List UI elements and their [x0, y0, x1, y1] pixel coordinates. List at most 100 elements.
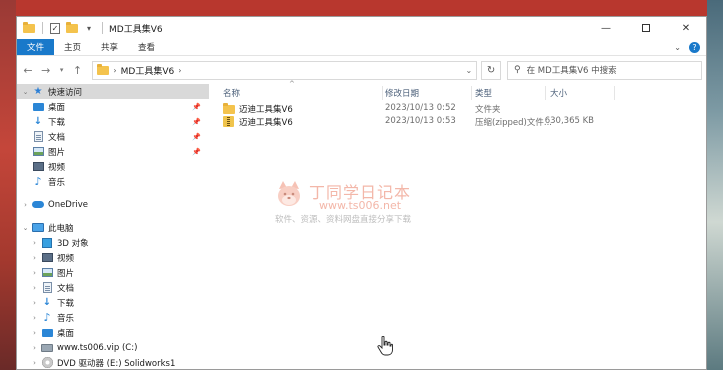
chevron-right-icon[interactable]: › — [30, 239, 39, 247]
chevron-down-icon[interactable]: ⌄ — [21, 224, 30, 232]
maximize-icon — [642, 24, 650, 32]
chevron-right-icon[interactable]: › — [30, 269, 39, 277]
chevron-right-icon[interactable]: › — [30, 344, 39, 352]
column-size[interactable]: 大小 — [550, 87, 567, 99]
column-divider[interactable] — [471, 86, 472, 100]
address-bar[interactable]: › MD工具集V6 › ⌄ — [92, 60, 478, 80]
up-arrow-icon: ↑ — [72, 63, 83, 77]
video-icon — [32, 161, 44, 172]
file-row[interactable]: 迈迪工具集V6 2023/10/13 0:52 文件夹 — [209, 102, 706, 115]
chevron-right-icon[interactable]: › — [30, 314, 39, 322]
file-row[interactable]: 迈迪工具集V6 2023/10/13 0:53 压缩(zipped)文件... … — [209, 115, 706, 128]
sidebar-item-music[interactable]: ♪ 音乐 — [17, 174, 209, 189]
new-folder-icon[interactable] — [66, 21, 78, 34]
file-list-pane: ^ 名称 修改日期 类型 大小 迈迪工具集V6 2023/10/13 0:52 … — [209, 80, 706, 369]
chevron-right-icon[interactable]: › — [178, 66, 181, 75]
pin-icon: 📌 — [192, 102, 201, 111]
refresh-button[interactable]: ↻ — [481, 60, 502, 80]
maximize-button[interactable] — [626, 17, 666, 39]
sidebar-item-pictures-pc[interactable]: › 图片 — [17, 265, 209, 280]
column-name[interactable]: 名称 — [223, 87, 240, 99]
sidebar-item-label: 快速访问 — [48, 87, 83, 98]
refresh-icon: ↻ — [486, 64, 496, 76]
sidebar-item-label: 文档 — [57, 283, 75, 294]
video-icon — [41, 252, 53, 263]
column-divider[interactable] — [382, 86, 383, 100]
column-headers: ^ 名称 修改日期 类型 大小 — [209, 80, 706, 102]
document-icon — [41, 282, 53, 293]
sidebar-item-documents-pc[interactable]: › 文档 — [17, 280, 209, 295]
search-icon: ⚲ — [514, 65, 521, 75]
sidebar-item-pictures[interactable]: 图片 📌 — [17, 144, 209, 159]
close-button[interactable]: ✕ — [666, 17, 706, 39]
column-type[interactable]: 类型 — [475, 87, 492, 99]
file-date: 2023/10/13 0:53 — [385, 116, 456, 126]
column-date[interactable]: 修改日期 — [385, 87, 419, 99]
picture-icon — [41, 267, 53, 278]
column-divider[interactable] — [545, 86, 546, 100]
sidebar-item-documents[interactable]: 文档 📌 — [17, 129, 209, 144]
ribbon-right: ⌄ ? — [674, 39, 706, 55]
sidebar-item-onedrive[interactable]: › OneDrive — [17, 197, 209, 212]
sidebar-item-desktop[interactable]: 桌面 📌 — [17, 99, 209, 114]
recent-locations-button[interactable]: ▾ — [57, 60, 67, 80]
window-title: MD工具集V6 — [109, 24, 163, 35]
watermark-subtitle: 软件、资源、资料网盘直接分享下载 — [275, 215, 412, 225]
minimize-button[interactable]: — — [586, 17, 626, 39]
sidebar-item-label: www.ts006.vip (C:) — [57, 342, 138, 353]
file-explorer-window: ✓ ▾ MD工具集V6 — ✕ 文件 主页 共享 查看 ⌄ ? ← → ▾ ↑ … — [16, 16, 707, 370]
forward-button[interactable]: → — [39, 60, 53, 80]
sidebar-item-label: 桌面 — [48, 102, 66, 113]
sidebar-item-videos[interactable]: 视频 — [17, 159, 209, 174]
sidebar-item-desktop-pc[interactable]: › 桌面 — [17, 325, 209, 340]
properties-icon[interactable]: ✓ — [49, 22, 61, 34]
drive-icon — [41, 342, 53, 353]
chevron-down-icon[interactable]: ⌄ — [21, 88, 30, 96]
picture-icon — [32, 146, 44, 157]
tab-share[interactable]: 共享 — [91, 39, 128, 55]
tab-view[interactable]: 查看 — [128, 39, 165, 55]
column-divider[interactable] — [614, 86, 615, 100]
sidebar-item-downloads[interactable]: ↓ 下载 📌 — [17, 114, 209, 129]
expand-ribbon-icon[interactable]: ⌄ — [674, 43, 681, 52]
file-name: 迈迪工具集V6 — [239, 118, 293, 128]
desktop-icon — [32, 101, 44, 112]
breadcrumb-segment[interactable]: MD工具集V6 — [121, 64, 175, 77]
sidebar-item-label: 音乐 — [57, 313, 75, 324]
sidebar-item-3d-objects[interactable]: › 3D 对象 — [17, 235, 209, 250]
up-button[interactable]: ↑ — [71, 60, 85, 80]
3d-objects-icon — [41, 237, 53, 248]
chevron-right-icon[interactable]: › — [30, 299, 39, 307]
sidebar-item-drive-c[interactable]: › www.ts006.vip (C:) — [17, 340, 209, 355]
tab-home[interactable]: 主页 — [54, 39, 91, 55]
divider — [102, 22, 103, 34]
tab-file[interactable]: 文件 — [17, 39, 55, 55]
back-button[interactable]: ← — [21, 60, 35, 80]
panes: ⌄ ★ 快速访问 桌面 📌 ↓ 下载 📌 文档 📌 图片 📌 视频 ♪ 音乐 ›… — [17, 80, 706, 369]
sidebar-item-quick-access[interactable]: ⌄ ★ 快速访问 — [17, 84, 209, 99]
file-type: 文件夹 — [475, 105, 501, 115]
star-icon: ★ — [33, 85, 43, 97]
search-input[interactable]: ⚲ 在 MD工具集V6 中搜索 — [507, 60, 702, 80]
chevron-right-icon[interactable]: › — [30, 284, 39, 292]
hand-cursor-icon — [377, 336, 393, 356]
chevron-right-icon[interactable]: › — [21, 201, 30, 209]
window-controls: — ✕ — [586, 17, 706, 39]
chevron-right-icon[interactable]: › — [30, 329, 39, 337]
sidebar-item-this-pc[interactable]: ⌄ 此电脑 — [17, 220, 209, 235]
chevron-right-icon[interactable]: › — [30, 254, 39, 262]
sidebar-item-dvd-drive[interactable]: › DVD 驱动器 (E:) Solidworks1 — [17, 355, 209, 369]
sidebar-item-downloads-pc[interactable]: › ↓ 下载 — [17, 295, 209, 310]
sidebar-item-music-pc[interactable]: › ♪ 音乐 — [17, 310, 209, 325]
help-icon[interactable]: ? — [689, 41, 700, 53]
forward-arrow-icon: → — [41, 63, 51, 77]
address-dropdown-icon[interactable]: ⌄ — [466, 66, 473, 75]
download-icon: ↓ — [33, 115, 43, 127]
document-icon — [32, 131, 44, 142]
sidebar-item-label: 下载 — [57, 298, 75, 309]
chevron-right-icon[interactable]: › — [113, 66, 116, 75]
quick-access-dropdown-icon[interactable]: ▾ — [83, 22, 95, 34]
search-placeholder: 在 MD工具集V6 中搜索 — [526, 66, 617, 76]
chevron-right-icon[interactable]: › — [30, 359, 39, 367]
sidebar-item-videos-pc[interactable]: › 视频 — [17, 250, 209, 265]
